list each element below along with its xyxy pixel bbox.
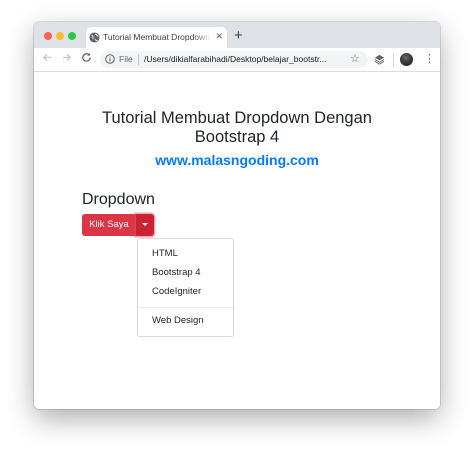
extension-icon[interactable] — [374, 54, 385, 65]
dropdown-item-html[interactable]: HTML — [138, 245, 233, 263]
dropdown-item-codeigniter[interactable]: CodeIgniter — [138, 283, 233, 301]
address-bar[interactable]: File /Users/dikialfarabihadi/Desktop/bel… — [100, 51, 368, 68]
info-icon[interactable] — [105, 54, 115, 64]
dropdown-divider — [138, 307, 233, 308]
maximize-window-button[interactable] — [68, 32, 76, 40]
page-viewport: Tutorial Membuat Dropdown Dengan Bootstr… — [34, 72, 440, 409]
new-tab-button[interactable]: + — [234, 28, 243, 43]
browser-window: Tutorial Membuat Dropdown D ✕ + File /Us… — [34, 22, 440, 409]
reload-icon[interactable] — [81, 52, 92, 66]
globe-icon — [89, 32, 100, 43]
address-separator — [138, 54, 139, 65]
caret-down-icon — [142, 223, 148, 226]
star-icon[interactable]: ☆ — [350, 52, 360, 66]
tab-active[interactable]: Tutorial Membuat Dropdown D ✕ — [86, 27, 227, 48]
address-url[interactable]: /Users/dikialfarabihadi/Desktop/belajar_… — [144, 54, 344, 64]
page-title-line1: Tutorial Membuat Dropdown Dengan — [102, 109, 372, 127]
page-title-line2: Bootstrap 4 — [194, 128, 280, 146]
dropdown-menu: HTML Bootstrap 4 CodeIgniter Web Design — [137, 238, 234, 337]
site-link[interactable]: www.malasngoding.com — [34, 152, 440, 168]
tab-title: Tutorial Membuat Dropdown D — [103, 32, 211, 42]
minimize-window-button[interactable] — [56, 32, 64, 40]
forward-arrow-icon[interactable] — [61, 52, 72, 66]
avatar[interactable] — [400, 53, 413, 66]
dropdown-item-web-design[interactable]: Web Design — [138, 312, 233, 330]
back-arrow-icon[interactable] — [42, 52, 53, 66]
toolbar-separator — [393, 54, 394, 66]
dropdown-item-bootstrap[interactable]: Bootstrap 4 — [138, 264, 233, 282]
tab-strip: Tutorial Membuat Dropdown D ✕ + — [34, 22, 440, 48]
klik-saya-button[interactable]: Klik Saya — [82, 214, 136, 236]
section-title: Dropdown — [82, 191, 155, 208]
close-window-button[interactable] — [44, 32, 52, 40]
browser-toolbar: File /Users/dikialfarabihadi/Desktop/bel… — [34, 48, 440, 72]
address-scheme: File — [119, 54, 133, 64]
page-title: Tutorial Membuat Dropdown Dengan Bootstr… — [34, 109, 440, 147]
dropdown-toggle-button[interactable] — [136, 214, 154, 236]
menu-dots-icon[interactable]: ⋮ — [424, 52, 435, 66]
tab-close-icon[interactable]: ✕ — [215, 31, 223, 42]
